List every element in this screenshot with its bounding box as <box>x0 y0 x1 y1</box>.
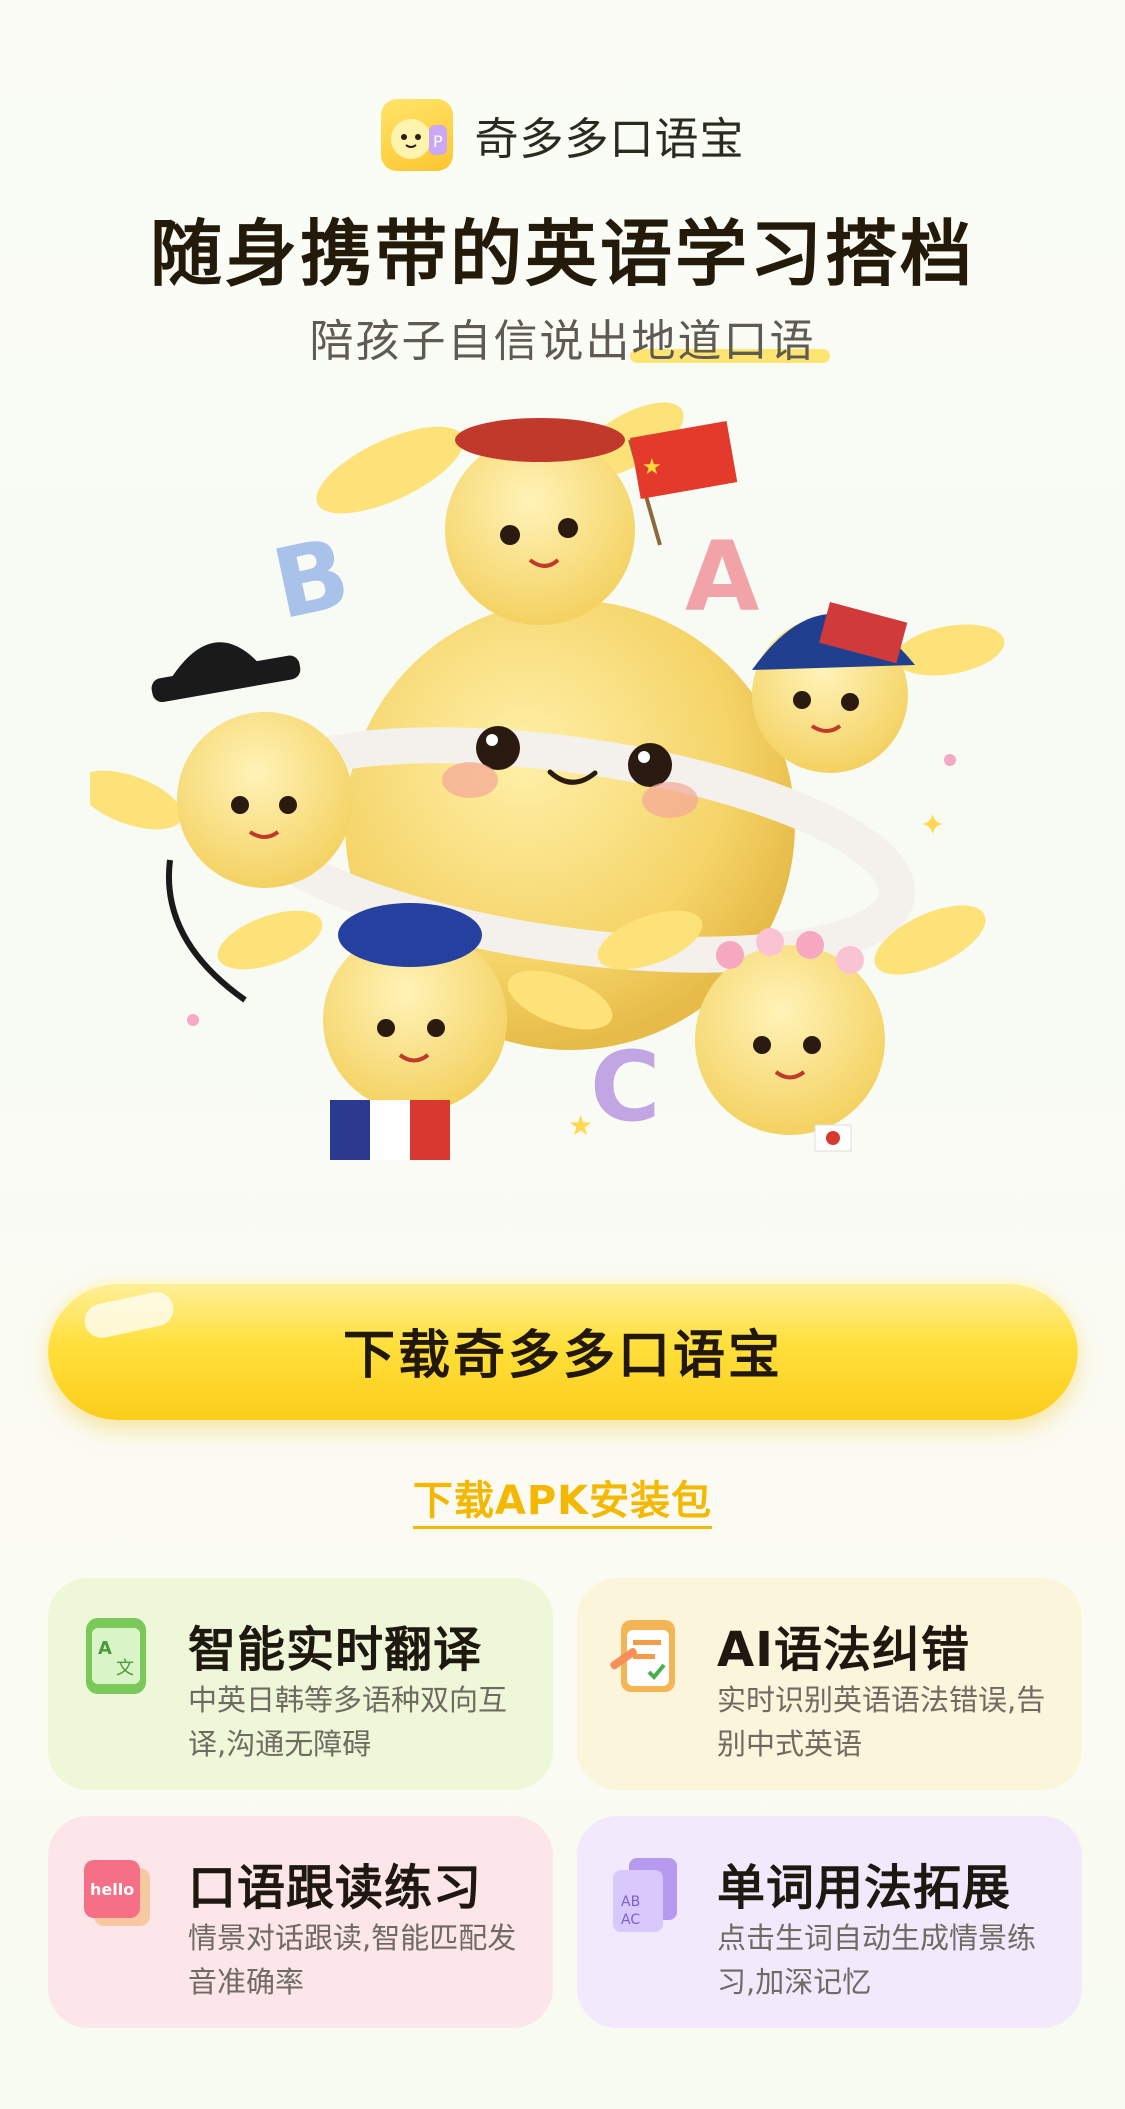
feature-card-speaking: hello 口语跟读练习 情景对话跟读,智能匹配发音准确率 <box>48 1816 553 2028</box>
feature-title: 口语跟读练习 <box>188 1860 483 1916</box>
translate-phone-icon: A 文 <box>78 1614 154 1700</box>
svg-text:文: 文 <box>116 1658 134 1679</box>
app-name: 奇多多口语宝 <box>474 114 745 165</box>
feature-card-translation: A 文 智能实时翻译 中英日韩等多语种双向互译,沟通无障碍 <box>48 1578 553 1790</box>
svg-text:A: A <box>98 1638 112 1659</box>
feature-desc: 情景对话跟读,智能匹配发音准确率 <box>188 1921 517 1999</box>
feature-desc: 中英日韩等多语种双向互译,沟通无障碍 <box>188 1683 508 1761</box>
feature-desc: 实时识别英语语法错误,告别中式英语 <box>717 1683 1046 1761</box>
letter-a: A <box>685 521 759 633</box>
hero-illustration: B A C ★ ✦ ★ <box>77 380 1035 1230</box>
page-title: 随身携带的英语学习搭档 <box>149 212 975 296</box>
download-app-button[interactable]: 下载奇多多口语宝 <box>48 1280 1078 1420</box>
svg-text:P: P <box>433 132 443 151</box>
download-apk-link[interactable]: 下载APK安装包 <box>412 1478 713 1529</box>
subtitle-wrap: 陪孩子自信说出地道口语 <box>0 305 1125 369</box>
svg-text:★: ★ <box>642 455 662 480</box>
word-cards-icon: AB AC <box>607 1852 683 1938</box>
feature-title: AI语法纠错 <box>717 1622 971 1678</box>
grammar-checklist-icon <box>607 1614 683 1700</box>
page-subtitle-text: 陪孩子自信说出地道口语 <box>309 316 816 367</box>
svg-text:AB: AB <box>621 1894 640 1910</box>
feature-desc: 点击生词自动生成情景练习,加深记忆 <box>717 1921 1037 1999</box>
critter-china: ★ <box>316 402 738 625</box>
feature-card-grammar: AI语法纠错 实时识别英语语法错误,告别中式英语 <box>577 1578 1082 1790</box>
apk-link-row: 下载APK安装包 <box>0 1468 1125 1529</box>
button-shine <box>81 1289 177 1341</box>
app-header: P 奇多多口语宝 <box>0 95 1125 175</box>
svg-text:★: ★ <box>568 1109 593 1142</box>
page-subtitle: 陪孩子自信说出地道口语 <box>309 305 830 369</box>
letter-b: B <box>264 516 359 641</box>
app-logo-icon: P <box>380 99 453 171</box>
feature-title: 智能实时翻译 <box>188 1622 483 1678</box>
feature-card-vocabulary: AB AC 单词用法拓展 点击生词自动生成情景练习,加深记忆 <box>577 1816 1082 2028</box>
letter-c: C <box>590 1031 660 1143</box>
svg-text:AC: AC <box>621 1912 640 1928</box>
download-app-label: 下载奇多多口语宝 <box>342 1325 783 1386</box>
svg-text:✦: ✦ <box>920 808 945 843</box>
critter-usa <box>752 602 1005 773</box>
feature-title: 单词用法拓展 <box>717 1860 1012 1916</box>
svg-text:hello: hello <box>90 1880 134 1899</box>
hello-speech-icon: hello <box>78 1852 154 1938</box>
